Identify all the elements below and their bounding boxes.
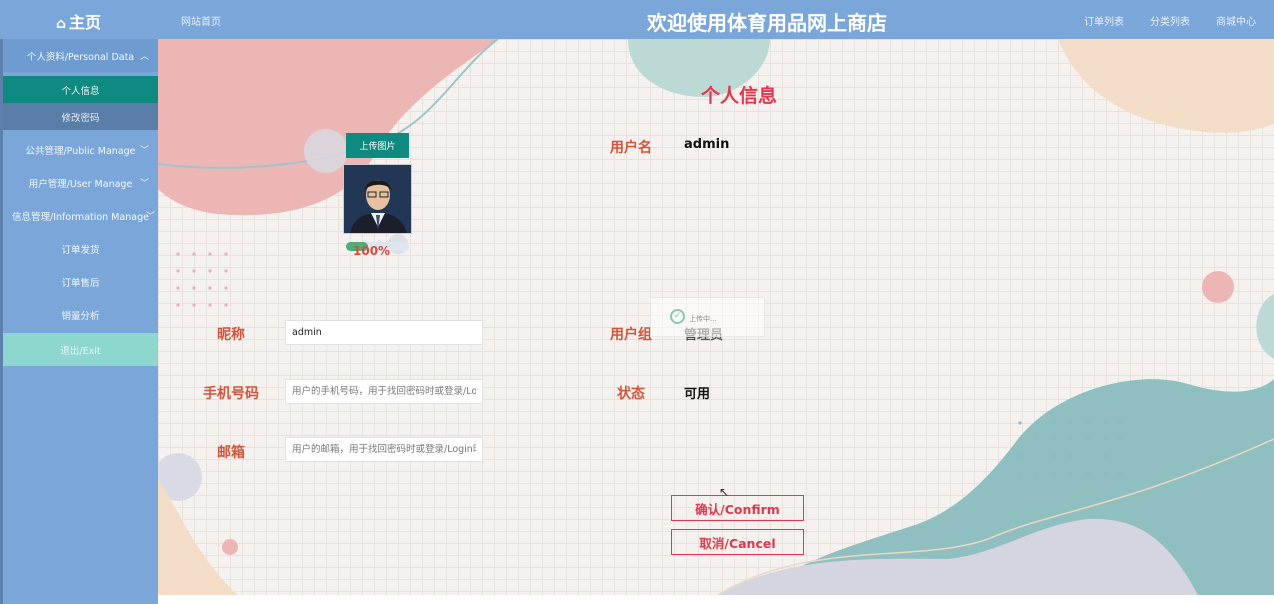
phone-input[interactable]: [285, 379, 483, 404]
sidebar-item-label: 信息管理/Information Manage: [12, 211, 149, 223]
sidebar: 个人资料/Personal Data ︿ 个人信息 修改密码 公共管理/Publ…: [0, 39, 158, 604]
nickname-label: 昵称: [217, 327, 245, 343]
nav-mall-center[interactable]: 商城中心: [1216, 13, 1256, 28]
sidebar-item-user-manage[interactable]: 用户管理/User Manage ﹀: [3, 166, 158, 199]
sidebar-item-order-shipping[interactable]: 订单发货: [3, 232, 158, 265]
username-value: admin: [684, 137, 730, 152]
upload-image-button[interactable]: 上传图片: [346, 133, 409, 158]
app-title: 欢迎使用体育用品网上商店: [647, 11, 887, 35]
chevron-up-icon: ︿: [139, 52, 149, 62]
email-label: 邮箱: [217, 445, 245, 461]
cancel-button[interactable]: 取消/Cancel: [671, 529, 804, 555]
home-label: 主页: [69, 13, 102, 32]
chevron-down-icon: ﹀: [145, 212, 155, 222]
sidebar-item-label: 用户管理/User Manage: [28, 178, 133, 190]
page-title: 个人信息: [701, 85, 778, 107]
site-home-link[interactable]: 网站首页: [181, 13, 221, 28]
nickname-input[interactable]: [285, 320, 483, 345]
main-content: 个人信息 上传图片 100% 用户名 admin 用户组 管理员 状态 可用 昵…: [158, 39, 1274, 595]
sidebar-item-personal-info[interactable]: 个人信息: [3, 76, 158, 103]
upload-progress-text: 100%: [353, 244, 391, 258]
chevron-down-icon: ﹀: [139, 179, 149, 189]
nav-category-list[interactable]: 分类列表: [1150, 13, 1190, 28]
home-icon: ⌂: [56, 16, 67, 32]
nav-order-list[interactable]: 订单列表: [1084, 13, 1124, 28]
username-label: 用户名: [610, 140, 652, 156]
sidebar-item-change-password[interactable]: 修改密码: [3, 103, 158, 130]
status-label: 状态: [617, 386, 645, 402]
phone-label: 手机号码: [203, 386, 259, 402]
avatar-photo: [344, 165, 411, 233]
confirm-button[interactable]: 确认/Confirm: [671, 495, 804, 521]
bottom-strip: [158, 595, 1274, 604]
sidebar-item-after-sales[interactable]: 订单售后: [3, 265, 158, 298]
top-header: ⌂ 主页 网站首页 欢迎使用体育用品网上商店 订单列表 分类列表 商城中心: [0, 0, 1274, 39]
sidebar-item-information-manage[interactable]: 信息管理/Information Manage ﹀: [3, 199, 158, 232]
mouse-cursor-icon: ↖: [719, 485, 730, 499]
sidebar-group-personal-data[interactable]: 个人资料/Personal Data ︿: [3, 39, 158, 72]
loading-spinner-icon: ✓: [670, 309, 685, 324]
home-link[interactable]: ⌂ 主页: [56, 9, 101, 33]
avatar: [343, 164, 412, 234]
loading-overlay: ✓ 上传中...: [650, 297, 765, 337]
loading-text: 上传中...: [689, 315, 717, 323]
top-nav: 订单列表 分类列表 商城中心: [1084, 13, 1256, 28]
sidebar-group-label: 个人资料/Personal Data: [26, 51, 135, 63]
sidebar-item-label: 公共管理/Public Manage: [25, 145, 136, 157]
sidebar-item-sales-analysis[interactable]: 销量分析: [3, 298, 158, 331]
sidebar-item-public-manage[interactable]: 公共管理/Public Manage ﹀: [3, 133, 158, 166]
email-input[interactable]: [285, 437, 483, 462]
sidebar-item-exit[interactable]: 退出/Exit: [3, 333, 158, 366]
chevron-down-icon: ﹀: [139, 146, 149, 156]
status-value: 可用: [684, 387, 711, 402]
